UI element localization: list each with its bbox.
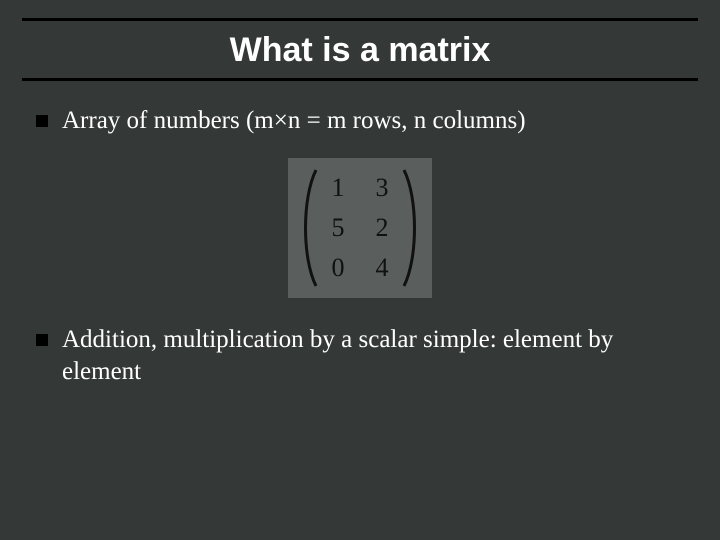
matrix-grid: 1 3 5 2 0 4 — [320, 168, 400, 288]
title-wrap: What is a matrix — [0, 29, 720, 78]
matrix-cell: 3 — [372, 173, 392, 203]
matrix-cell: 4 — [372, 253, 392, 283]
matrix-cell: 1 — [328, 173, 348, 203]
matrix-figure: 1 3 5 2 0 4 — [36, 158, 684, 298]
matrix: 1 3 5 2 0 4 — [288, 158, 432, 298]
slide: What is a matrix Array of numbers (m×n =… — [0, 0, 720, 540]
bullet-icon — [36, 115, 48, 127]
right-paren-icon — [400, 168, 422, 288]
divider-top — [22, 18, 698, 21]
list-item: Addition, multiplication by a scalar sim… — [36, 324, 684, 387]
content-area: Array of numbers (m×n = m rows, n column… — [0, 81, 720, 387]
bullet-text: Array of numbers (m×n = m rows, n column… — [62, 105, 684, 136]
bullet-text: Addition, multiplication by a scalar sim… — [62, 324, 684, 387]
matrix-cell: 0 — [328, 253, 348, 283]
matrix-cell: 2 — [372, 213, 392, 243]
list-item: Array of numbers (m×n = m rows, n column… — [36, 105, 684, 136]
bullet-icon — [36, 334, 48, 346]
page-title: What is a matrix — [230, 29, 491, 78]
left-paren-icon — [298, 168, 320, 288]
matrix-cell: 5 — [328, 213, 348, 243]
